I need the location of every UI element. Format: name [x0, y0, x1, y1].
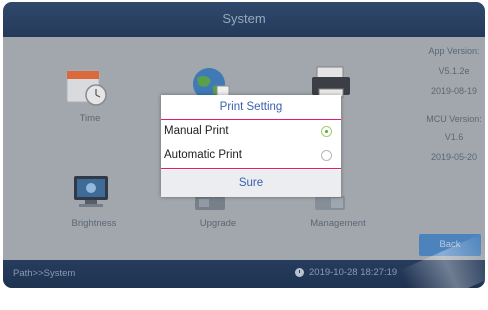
upgrade-label: Upgrade — [199, 218, 237, 229]
mcu-version-label: MCU Version: — [426, 114, 482, 124]
monitor-icon — [74, 176, 108, 207]
manual-print-radio[interactable] — [321, 126, 332, 137]
device-screen: System Time Brightness Upgrade Managemen… — [3, 2, 485, 288]
printer-icon — [312, 66, 350, 98]
manual-print-option[interactable]: Manual Print — [161, 120, 341, 144]
dialog-title: Print Setting — [161, 95, 341, 120]
status-datetime: 2019-10-28 18:27:19 — [309, 267, 398, 278]
automatic-print-option[interactable]: Automatic Print — [161, 144, 341, 169]
time-tile[interactable]: Time — [65, 68, 111, 124]
automatic-print-label: Automatic Print — [164, 149, 242, 161]
print-setting-dialog: Print Setting Manual Print Automatic Pri… — [161, 95, 341, 197]
mcu-version-value: V1.6 — [444, 132, 464, 142]
automatic-print-radio[interactable] — [321, 150, 332, 161]
page-title: System — [222, 11, 266, 26]
app-version-date: 2019-08-19 — [430, 86, 478, 96]
time-label: Time — [79, 113, 101, 124]
status-clock: 2019-10-28 18:27:19 — [295, 267, 397, 278]
manual-print-label: Manual Print — [164, 125, 229, 137]
calendar-clock-icon — [66, 70, 107, 106]
brightness-tile[interactable]: Brightness — [69, 174, 116, 229]
management-label: Management — [310, 218, 366, 229]
breadcrumb: Path>>System — [13, 268, 76, 279]
mcu-version-date: 2019-05-20 — [430, 152, 478, 162]
app-version-value: V5.1.2e — [438, 66, 470, 76]
brightness-label: Brightness — [71, 218, 117, 229]
sure-button[interactable]: Sure — [161, 170, 341, 197]
clock-icon — [295, 268, 304, 277]
title-bar: System — [3, 2, 485, 37]
app-version-label: App Version: — [428, 46, 480, 56]
